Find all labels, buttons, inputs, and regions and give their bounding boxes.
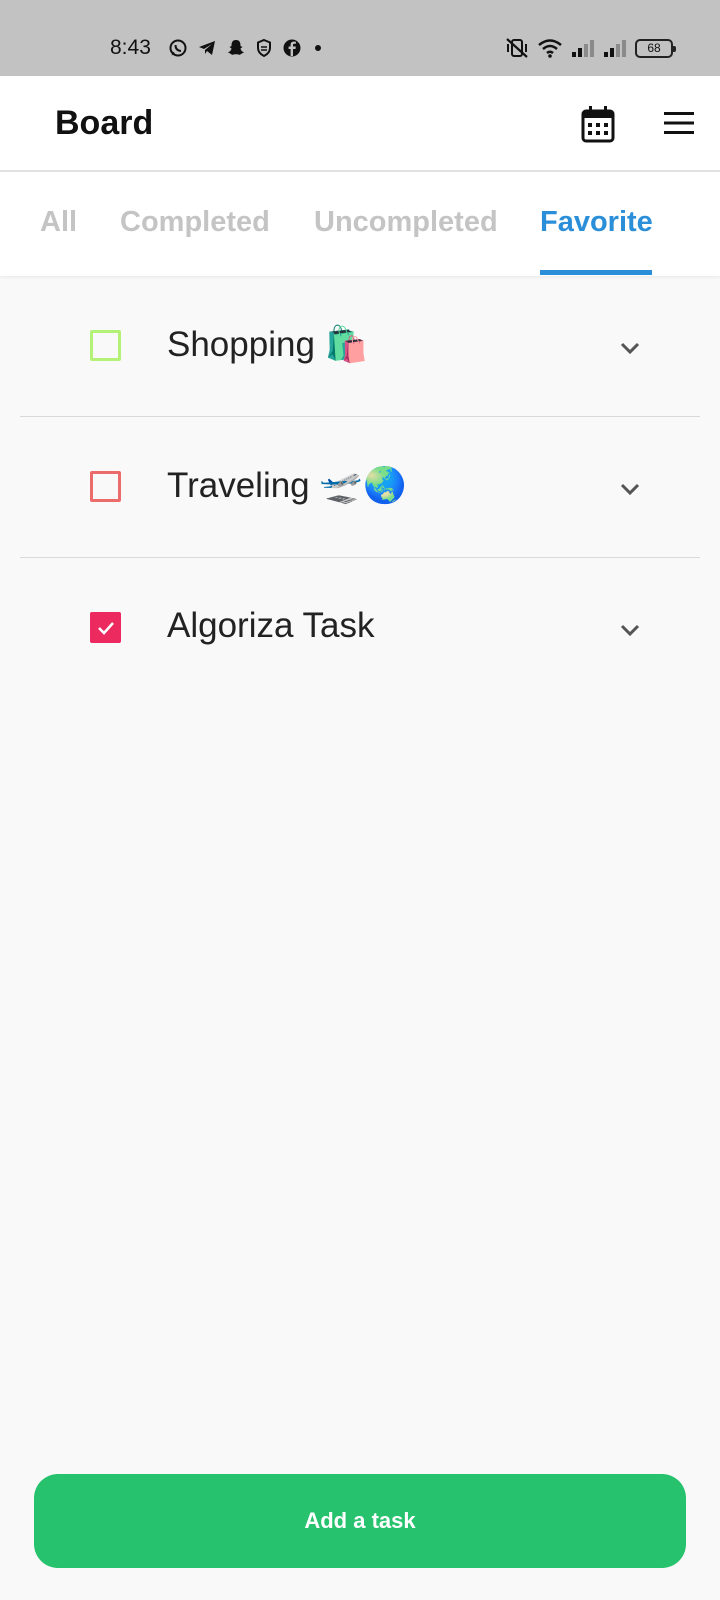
chevron-down-icon[interactable]: [618, 618, 642, 642]
tab-favorite[interactable]: Favorite: [540, 206, 653, 239]
battery-level: 68: [647, 41, 661, 55]
task-item[interactable]: Shopping 🛍️: [20, 276, 700, 417]
facebook-icon: [283, 39, 301, 57]
task-checkbox[interactable]: [90, 612, 121, 643]
chevron-down-icon[interactable]: [618, 477, 642, 501]
tab-indicator: [540, 270, 652, 275]
status-time: 8:43: [110, 36, 151, 59]
page-title: Board: [55, 104, 154, 142]
tab-uncompleted[interactable]: Uncompleted: [314, 206, 498, 239]
system-icons: 68: [505, 37, 676, 59]
whatsapp-icon: [169, 39, 187, 57]
task-item[interactable]: Traveling 🛫🌏: [20, 417, 700, 558]
task-checkbox[interactable]: [90, 330, 121, 361]
menu-icon[interactable]: [662, 108, 696, 138]
vibrate-muted-icon: [506, 38, 528, 58]
task-list: Shopping 🛍️ Traveling 🛫🌏 Algoriza Task: [20, 276, 700, 699]
snapchat-icon: [228, 40, 244, 55]
telegram-icon: [199, 41, 215, 55]
chevron-down-icon[interactable]: [618, 336, 642, 360]
task-title: Traveling 🛫🌏: [167, 466, 407, 505]
shield-icon: [257, 38, 271, 58]
tab-completed[interactable]: Completed: [120, 206, 270, 239]
check-icon: [97, 621, 114, 635]
wifi-icon: [538, 39, 562, 58]
dot-icon: [315, 45, 321, 51]
app-bar: Board: [0, 76, 720, 172]
add-task-button[interactable]: Add a task: [34, 1474, 686, 1568]
task-checkbox[interactable]: [90, 471, 121, 502]
tab-bar: All Completed Uncompleted Favorite: [0, 172, 720, 276]
signal-icon: [604, 40, 626, 57]
task-title: Algoriza Task: [167, 606, 375, 645]
tab-all[interactable]: All: [40, 206, 77, 239]
status-bar: 8:43 68: [0, 0, 720, 76]
task-item[interactable]: Algoriza Task: [20, 558, 700, 699]
notification-icons: [168, 38, 325, 58]
signal-icon: [572, 40, 594, 57]
calendar-icon[interactable]: [580, 104, 616, 144]
task-title: Shopping 🛍️: [167, 325, 369, 364]
battery-indicator: 68: [635, 38, 676, 58]
